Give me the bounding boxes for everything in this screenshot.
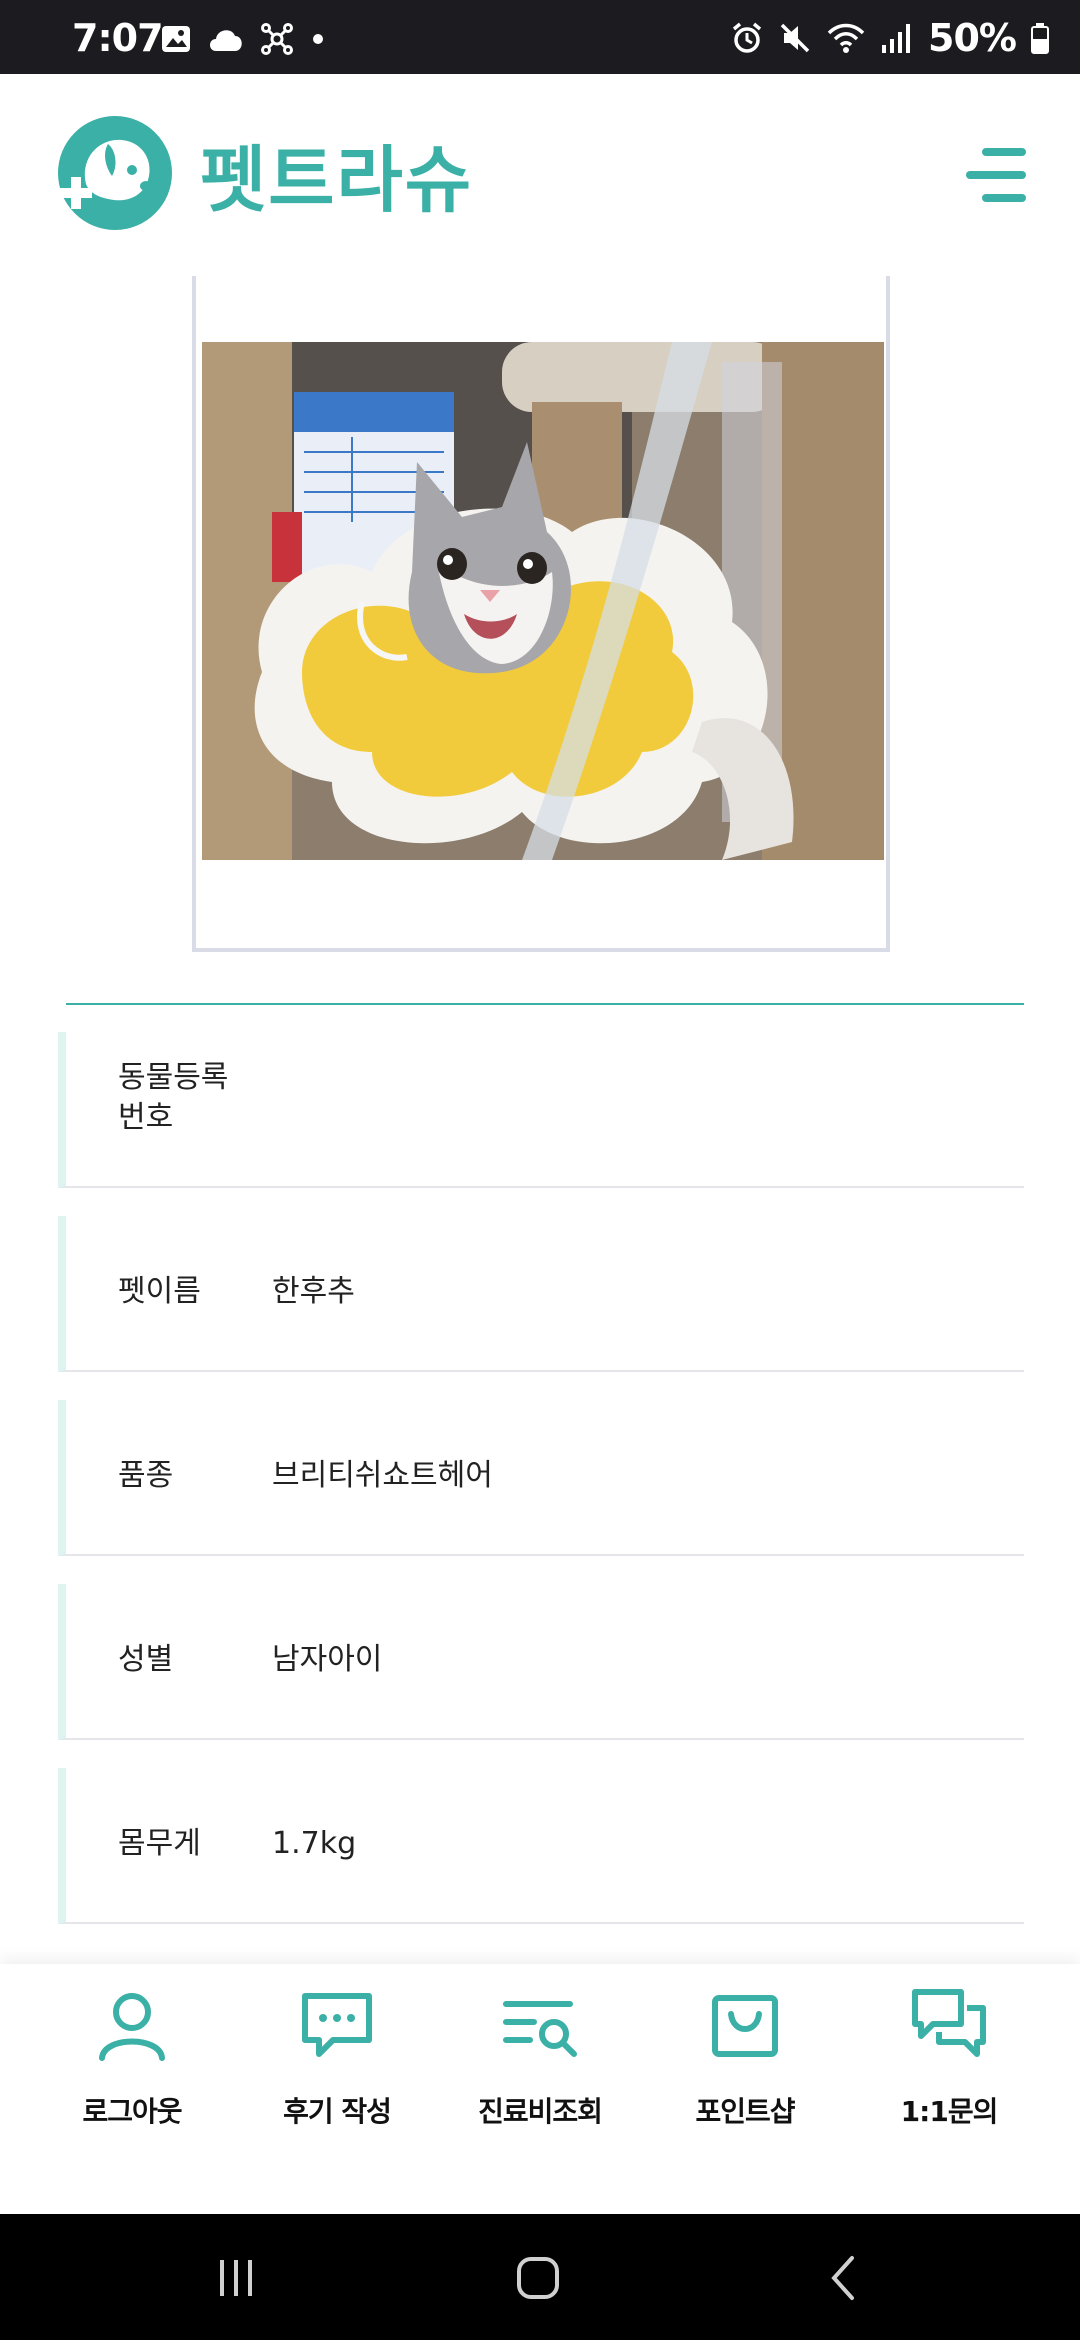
menu-line: [982, 194, 1026, 202]
app-name: 펫트라슈: [200, 137, 473, 222]
network-icon: [261, 23, 293, 55]
back-icon[interactable]: [824, 2254, 864, 2302]
messages-icon: [912, 1989, 986, 2057]
app-logo[interactable]: 펫트라슈: [56, 114, 473, 232]
wifi-icon: [827, 23, 865, 53]
shopping-bag-icon: [712, 1995, 778, 2057]
nav-write-review[interactable]: 후기 작성: [237, 1984, 437, 2184]
info-label: 몸무게: [118, 1826, 201, 1861]
alarm-icon: [732, 22, 762, 53]
info-label: 펫이름: [118, 1274, 201, 1309]
info-value: 1.7kg: [272, 1826, 357, 1861]
pet-photo: [202, 342, 884, 860]
info-label: 성별: [118, 1642, 174, 1677]
nav-label: 후기 작성: [283, 2095, 392, 2128]
pet-photo-frame: [192, 276, 890, 952]
home-icon[interactable]: [514, 2254, 562, 2302]
info-row-registration-number: 동물등록 번호: [58, 1032, 1024, 1188]
list-search-icon: [503, 2001, 577, 2057]
dot-icon: [313, 34, 323, 44]
nav-label: 로그아웃: [82, 2095, 182, 2128]
system-navigation-bar: [0, 2214, 1080, 2340]
menu-line: [966, 171, 1026, 179]
info-label: 동물등록 번호: [118, 1060, 229, 1135]
info-label: 품종: [118, 1458, 174, 1493]
chat-bubble-icon: [302, 1993, 372, 2057]
nav-point-shop[interactable]: 포인트샵: [645, 1984, 845, 2184]
status-time: 7:07: [72, 16, 164, 60]
mute-icon: [780, 23, 810, 53]
info-row-breed: 품종 브리티쉬쇼트헤어: [58, 1400, 1024, 1556]
nav-label: 진료비조회: [478, 2095, 603, 2128]
info-value: 브리티쉬쇼트헤어: [272, 1458, 493, 1493]
nav-label: 포인트샵: [695, 2095, 795, 2128]
nav-treatment-cost[interactable]: 진료비조회: [440, 1984, 640, 2184]
user-icon: [99, 1993, 165, 2061]
info-row-gender: 성별 남자아이: [58, 1584, 1024, 1740]
battery-percent: 50%: [928, 16, 1017, 60]
gallery-icon: [162, 26, 190, 52]
signal-icon: [882, 24, 911, 53]
info-row-pet-name: 펫이름 한후추: [58, 1216, 1024, 1372]
info-value: 한후추: [272, 1274, 355, 1309]
info-row-weight: 몸무게 1.7kg: [58, 1768, 1024, 1924]
pet-info-list: 동물등록 번호 펫이름 한후추 품종 브리티쉬쇼트헤어 성별 남자아이 몸무게 …: [58, 1032, 1024, 1952]
cloud-icon: [210, 30, 242, 51]
battery-icon: [1031, 23, 1049, 54]
hamburger-menu-button[interactable]: [966, 148, 1026, 202]
info-value: 남자아이: [272, 1642, 383, 1677]
logo-icon: [58, 116, 172, 230]
recent-apps-icon[interactable]: [214, 2256, 258, 2300]
section-divider: [66, 1003, 1024, 1005]
menu-line: [982, 148, 1026, 156]
nav-label: 1:1문의: [900, 2095, 999, 2128]
nav-logout[interactable]: 로그아웃: [32, 1984, 232, 2184]
nav-inquiry[interactable]: 1:1문의: [849, 1984, 1049, 2184]
app-header: 펫트라슈: [0, 74, 1080, 274]
status-bar: 7:07 50%: [0, 0, 1080, 74]
bottom-navigation: 로그아웃 후기 작성 진료비조회 포인트샵 1:1문의: [0, 1964, 1080, 2214]
